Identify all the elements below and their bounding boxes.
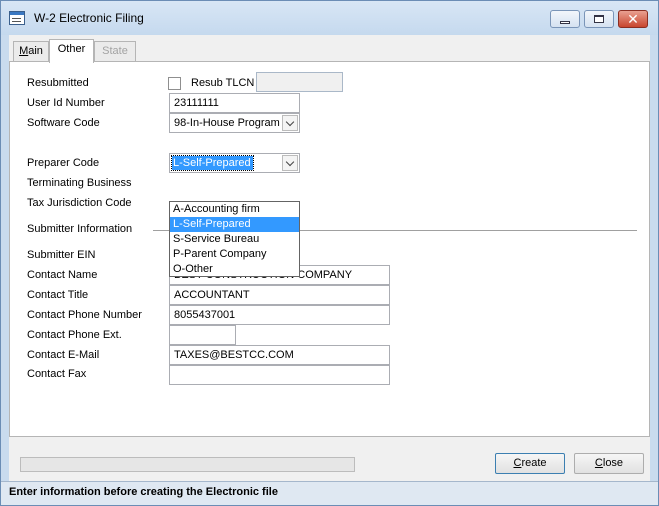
resub-tlcn-field[interactable] [256,72,343,92]
contact-phone-ext-label: Contact Phone Ext. [27,329,122,341]
tab-state: State [94,41,136,61]
preparer-code-value: L-Self-Prepared [171,155,254,171]
chevron-down-icon[interactable] [282,155,298,171]
window-title: W-2 Electronic Filing [34,11,144,25]
minimize-button[interactable] [550,10,580,28]
preparer-code-dropdown[interactable]: A-Accounting firm L-Self-Prepared S-Serv… [169,201,300,277]
tab-other[interactable]: Other [49,39,94,63]
contact-phone-field[interactable]: 8055437001 [169,305,390,325]
window: W-2 Electronic Filing ✕ Main Other State… [0,0,659,506]
minimize-icon [560,20,570,24]
contact-title-field[interactable]: ACCOUNTANT [169,285,390,305]
user-id-field[interactable]: 23111111 [169,93,300,113]
preparer-code-select[interactable]: L-Self-Prepared [169,153,300,173]
terminating-business-label: Terminating Business [27,177,132,189]
maximize-icon [594,15,604,23]
tab-page-other: Resubmitted Resub TLCN User Id Number 23… [9,61,650,437]
title-bar[interactable]: W-2 Electronic Filing ✕ [1,1,658,35]
software-code-value: 98-In-House Program [174,117,280,129]
app-icon [9,11,25,25]
dropdown-option[interactable]: A-Accounting firm [170,202,299,217]
create-button[interactable]: Create [495,453,565,474]
dropdown-option[interactable]: O-Other [170,262,299,277]
contact-name-label: Contact Name [27,269,98,281]
submitter-info-heading: Submitter Information [27,223,133,235]
resub-tlcn-label: Resub TLCN [191,77,255,89]
contact-phone-ext-field[interactable] [169,325,236,345]
contact-email-field[interactable]: TAXES@BESTCC.COM [169,345,390,365]
progress-bar [20,457,355,472]
submitter-ein-label: Submitter EIN [27,249,96,261]
dropdown-option-selected[interactable]: L-Self-Prepared [170,217,299,232]
status-bar: Enter information before creating the El… [1,481,658,505]
dropdown-option[interactable]: S-Service Bureau [170,232,299,247]
user-id-label: User Id Number [27,97,105,109]
main-panel: Main Other State Resubmitted Resub TLCN … [9,35,650,481]
close-button[interactable]: Close [574,453,644,474]
dropdown-option[interactable]: P-Parent Company [170,247,299,262]
tab-main[interactable]: Main [13,41,49,61]
contact-fax-label: Contact Fax [27,368,87,380]
contact-email-label: Contact E-Mail [27,349,100,361]
contact-phone-label: Contact Phone Number [27,309,142,321]
close-icon: ✕ [627,11,639,27]
chevron-down-icon[interactable] [282,115,298,131]
resubmitted-checkbox[interactable] [168,77,181,90]
resubmitted-label: Resubmitted [27,77,89,89]
maximize-button[interactable] [584,10,614,28]
contact-title-label: Contact Title [27,289,89,301]
close-window-button[interactable]: ✕ [618,10,648,28]
software-code-select[interactable]: 98-In-House Program [169,113,300,133]
software-code-label: Software Code [27,117,100,129]
preparer-code-label: Preparer Code [27,157,100,169]
tax-jurisdiction-label: Tax Jurisdiction Code [27,197,132,209]
contact-fax-field[interactable] [169,365,390,385]
status-text: Enter information before creating the El… [9,486,278,498]
tab-strip: Main Other State [9,39,650,63]
